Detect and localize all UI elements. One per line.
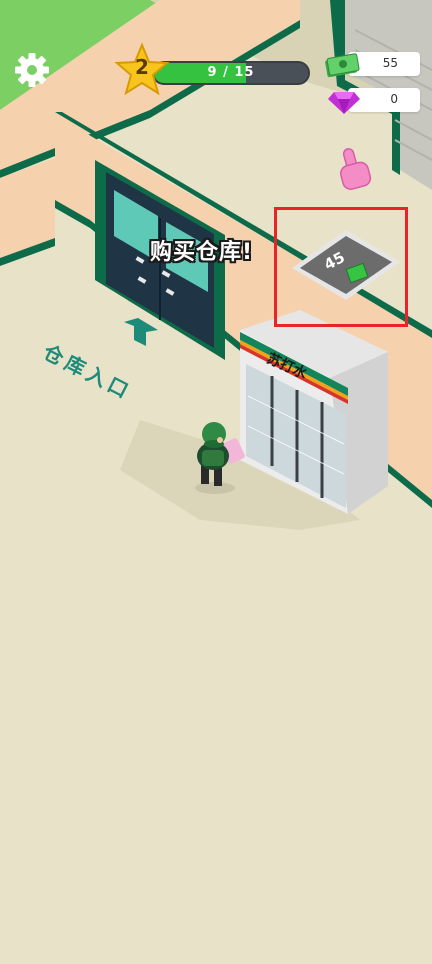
pointer-hand-icon [334, 146, 374, 194]
level-number: 2 [135, 55, 149, 79]
cash-icon [322, 50, 362, 80]
gem-icon [326, 86, 362, 116]
cash-amount: 55 [382, 56, 398, 70]
gear-icon [15, 53, 49, 87]
buy-warehouse-prompt: 购买仓库! [150, 240, 254, 265]
gem-amount: 0 [390, 92, 398, 106]
xp-progress-bar: 9 / 15 [152, 61, 310, 85]
settings-button[interactable] [10, 48, 54, 92]
level-badge: 2 [114, 42, 170, 98]
xp-progress-text: 9 / 15 [207, 65, 255, 80]
game-scene [0, 0, 432, 964]
buy-warehouse-pad[interactable] [288, 224, 400, 314]
